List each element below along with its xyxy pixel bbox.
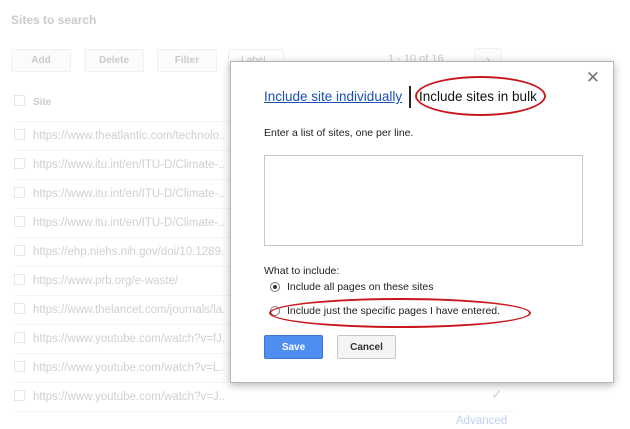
row-checkbox[interactable]	[14, 187, 25, 198]
row-checkbox[interactable]	[14, 245, 25, 256]
row-checkbox[interactable]	[14, 158, 25, 169]
row-checkbox[interactable]	[14, 216, 25, 227]
site-column-header: Site	[33, 97, 52, 108]
cancel-button[interactable]: Cancel	[337, 335, 396, 359]
radio-all-pages[interactable]	[270, 282, 280, 292]
option-all-pages[interactable]: Include all pages on these sites	[270, 281, 434, 293]
option-specific-pages[interactable]: Include just the specific pages I have e…	[270, 305, 500, 317]
sites-textarea[interactable]	[264, 155, 583, 246]
table-row[interactable]: https://www.itu.int/en/ITU-D/Climate-...	[14, 187, 224, 200]
table-row[interactable]: https://www.youtube.com/watch?v=L...	[14, 361, 224, 374]
table-header: Site	[14, 95, 51, 108]
option-specific-pages-label: Include just the specific pages I have e…	[287, 305, 501, 317]
table-row[interactable]: https://www.itu.int/en/ITU-D/Climate-...	[14, 158, 224, 171]
table-row[interactable]: https://ehp.niehs.nih.gov/doi/10.1289...	[14, 245, 224, 258]
include-sites-dialog: ✕ Include site individually Include site…	[230, 61, 614, 383]
radio-specific-pages[interactable]	[270, 306, 280, 316]
filter-button[interactable]: Filter	[157, 49, 217, 72]
row-checkbox[interactable]	[14, 361, 25, 372]
close-icon[interactable]: ✕	[586, 68, 600, 88]
page-title: Sites to search	[11, 13, 97, 27]
table-row[interactable]: https://www.youtube.com/watch?v=fJ...	[14, 332, 224, 345]
instruction-text: Enter a list of sites, one per line.	[264, 127, 414, 139]
add-button[interactable]: Add	[11, 49, 71, 72]
row-divider	[14, 411, 514, 412]
what-to-include-label: What to include:	[264, 265, 340, 277]
row-checkbox[interactable]	[14, 303, 25, 314]
row-checkbox[interactable]	[14, 129, 25, 140]
save-button[interactable]: Save	[264, 335, 323, 359]
checkmark-icon: ✓	[491, 386, 503, 402]
tab-separator	[409, 86, 411, 108]
tab-include-bulk[interactable]: Include sites in bulk	[419, 89, 537, 104]
row-checkbox[interactable]	[14, 332, 25, 343]
row-checkbox[interactable]	[14, 274, 25, 285]
option-all-pages-label: Include all pages on these sites	[287, 281, 434, 293]
table-row[interactable]: https://www.thelancet.com/journals/la...	[14, 303, 224, 316]
row-checkbox[interactable]	[14, 390, 25, 401]
tab-include-individually[interactable]: Include site individually	[264, 89, 402, 104]
table-row[interactable]: https://www.prb.org/e-waste/	[14, 274, 224, 287]
advanced-link[interactable]: Advanced	[456, 415, 507, 427]
select-all-checkbox[interactable]	[14, 95, 25, 106]
delete-button[interactable]: Delete	[84, 49, 144, 72]
table-row[interactable]: https://www.theatlantic.com/technolo...	[14, 129, 224, 142]
table-row[interactable]: https://www.itu.int/en/ITU-D/Climate-...	[14, 216, 224, 229]
table-row[interactable]: https://www.youtube.com/watch?v=J...	[14, 390, 224, 403]
